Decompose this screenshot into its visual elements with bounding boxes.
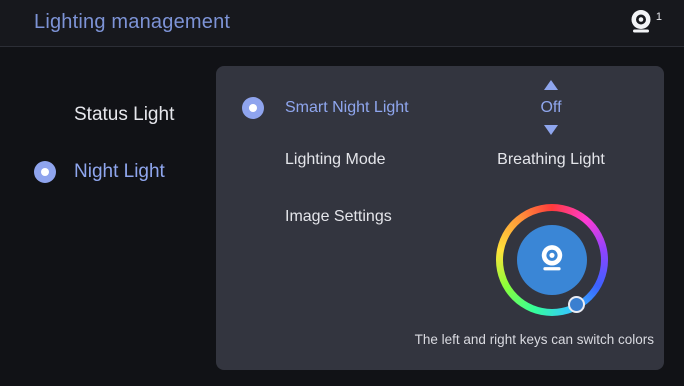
lighting-management-screen: Lighting management 1 Status Light Night… — [0, 0, 684, 386]
night-light-settings-panel: Smart Night Light Off Lighting Mode Brea… — [216, 66, 664, 370]
header-bar: Lighting management 1 — [0, 0, 684, 47]
color-wheel[interactable] — [496, 204, 608, 316]
camera-count-badge: 1 — [655, 11, 662, 23]
smart-night-light-label[interactable]: Smart Night Light — [285, 99, 409, 117]
smart-night-light-value[interactable]: Off — [516, 99, 586, 117]
camera-status: 1 — [629, 9, 662, 38]
wheel-center-button[interactable] — [517, 225, 587, 295]
color-hint-text: The left and right keys can switch color… — [414, 332, 654, 347]
triangle-up-icon[interactable] — [544, 80, 558, 90]
camera-icon — [629, 9, 653, 38]
lighting-mode-value[interactable]: Breathing Light — [466, 151, 636, 169]
selected-radio-icon — [34, 161, 56, 183]
image-settings-label[interactable]: Image Settings — [285, 208, 392, 226]
lighting-mode-label[interactable]: Lighting Mode — [285, 151, 386, 169]
menu-item-night-light[interactable]: Night Light — [74, 161, 165, 183]
color-picker-knob[interactable] — [568, 296, 585, 313]
menu-item-status-light[interactable]: Status Light — [74, 104, 174, 126]
camera-icon — [539, 244, 565, 277]
selected-radio-icon — [242, 97, 264, 119]
page-title: Lighting management — [34, 11, 231, 33]
triangle-down-icon[interactable] — [544, 125, 558, 135]
